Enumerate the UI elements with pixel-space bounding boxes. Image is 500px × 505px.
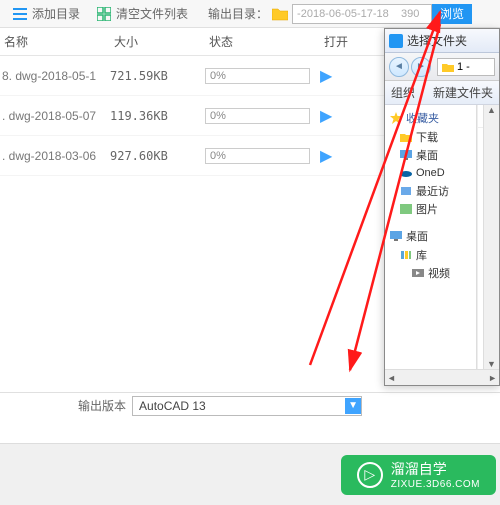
grid-icon bbox=[96, 6, 112, 22]
col-open: 打开 bbox=[320, 33, 380, 50]
dialog-nav: ◄ ► 1 - bbox=[385, 53, 499, 81]
download-icon bbox=[399, 131, 413, 143]
version-bar: 输出版本 AutoCAD 13 ▼ bbox=[0, 392, 500, 418]
play-icon[interactable]: ▶ bbox=[320, 66, 380, 86]
file-name: 8. dwg-2018-05-1 bbox=[0, 69, 110, 83]
library-icon bbox=[399, 249, 413, 261]
new-folder-button[interactable]: 新建文件夹 bbox=[433, 84, 493, 101]
file-size: 927.60KB bbox=[110, 149, 205, 163]
progress-bar: 0% bbox=[205, 68, 310, 84]
dialog-toolbar: 组织 新建文件夹 bbox=[385, 81, 499, 105]
file-name: . dwg-2018-03-06 bbox=[0, 149, 110, 163]
col-name: 名称 bbox=[0, 33, 110, 50]
dialog-titlebar[interactable]: 选择文件夹 bbox=[385, 29, 499, 53]
add-directory-button[interactable]: 添加目录 bbox=[4, 2, 88, 26]
footer: ▷ 溜溜自学 ZIXUE.3D66.COM bbox=[0, 443, 500, 505]
dialog-app-icon bbox=[389, 34, 403, 48]
recent-icon bbox=[399, 185, 413, 197]
version-label: 输出版本 bbox=[78, 397, 126, 414]
tree-recent[interactable]: 最近访 bbox=[385, 182, 476, 200]
folder-icon bbox=[272, 7, 288, 21]
list-icon bbox=[12, 6, 28, 22]
col-status: 状态 bbox=[205, 33, 320, 50]
output-dir-input[interactable] bbox=[292, 4, 432, 24]
toolbar: 添加目录 清空文件列表 输出目录： 浏览 bbox=[0, 0, 500, 28]
clear-list-button[interactable]: 清空文件列表 bbox=[88, 2, 196, 26]
tree-downloads[interactable]: 下载 bbox=[385, 128, 476, 146]
progress-bar: 0% bbox=[205, 148, 310, 164]
progress-bar: 0% bbox=[205, 108, 310, 124]
onedrive-icon bbox=[399, 167, 413, 179]
tree-onedrive[interactable]: OneD bbox=[385, 164, 476, 182]
favorites-header[interactable]: 收藏夹 bbox=[385, 108, 476, 128]
breadcrumb[interactable]: 1 - bbox=[437, 58, 495, 76]
output-dir-label: 输出目录： bbox=[208, 5, 268, 22]
organize-button[interactable]: 组织 bbox=[391, 84, 415, 101]
add-directory-label: 添加目录 bbox=[32, 5, 80, 22]
clear-list-label: 清空文件列表 bbox=[116, 5, 188, 22]
tree-pictures[interactable]: 图片 bbox=[385, 200, 476, 218]
play-icon[interactable]: ▶ bbox=[320, 106, 380, 126]
v-scrollbar[interactable]: ▲▼ bbox=[483, 105, 499, 369]
play-icon[interactable]: ▶ bbox=[320, 146, 380, 166]
pictures-icon bbox=[399, 203, 413, 215]
browse-button[interactable]: 浏览 bbox=[432, 4, 472, 24]
folder-tree: 收藏夹 下载 桌面 OneD 最近访 图片 桌面 库 视频 bbox=[385, 105, 477, 385]
brand-name: 溜溜自学 bbox=[391, 461, 447, 477]
col-size: 大小 bbox=[110, 33, 205, 50]
h-scrollbar[interactable]: ◄► bbox=[385, 369, 499, 385]
brand-button[interactable]: ▷ 溜溜自学 ZIXUE.3D66.COM bbox=[341, 455, 496, 495]
tree-library[interactable]: 库 bbox=[385, 246, 476, 264]
crumb-text: 1 - bbox=[457, 61, 470, 73]
nav-fwd-icon[interactable]: ► bbox=[411, 57, 431, 77]
file-size: 119.36KB bbox=[110, 109, 205, 123]
tree-desktop[interactable]: 桌面 bbox=[385, 146, 476, 164]
desktop-icon bbox=[399, 149, 413, 161]
dialog-title: 选择文件夹 bbox=[407, 32, 467, 49]
nav-back-icon[interactable]: ◄ bbox=[389, 57, 409, 77]
star-icon bbox=[389, 112, 403, 124]
folder-dialog: 选择文件夹 ◄ ► 1 - 组织 新建文件夹 收藏夹 下载 桌面 OneD 最近… bbox=[384, 28, 500, 386]
file-name: . dwg-2018-05-07 bbox=[0, 109, 110, 123]
video-icon bbox=[411, 267, 425, 279]
chevron-down-icon: ▼ bbox=[345, 398, 361, 414]
play-ring-icon: ▷ bbox=[357, 462, 383, 488]
version-select[interactable]: AutoCAD 13 ▼ bbox=[132, 396, 362, 416]
desktop-header[interactable]: 桌面 bbox=[385, 226, 476, 246]
version-value: AutoCAD 13 bbox=[139, 399, 206, 413]
brand-url: ZIXUE.3D66.COM bbox=[391, 479, 480, 490]
tree-video[interactable]: 视频 bbox=[385, 264, 476, 282]
file-size: 721.59KB bbox=[110, 69, 205, 83]
desktop-icon bbox=[389, 230, 403, 242]
